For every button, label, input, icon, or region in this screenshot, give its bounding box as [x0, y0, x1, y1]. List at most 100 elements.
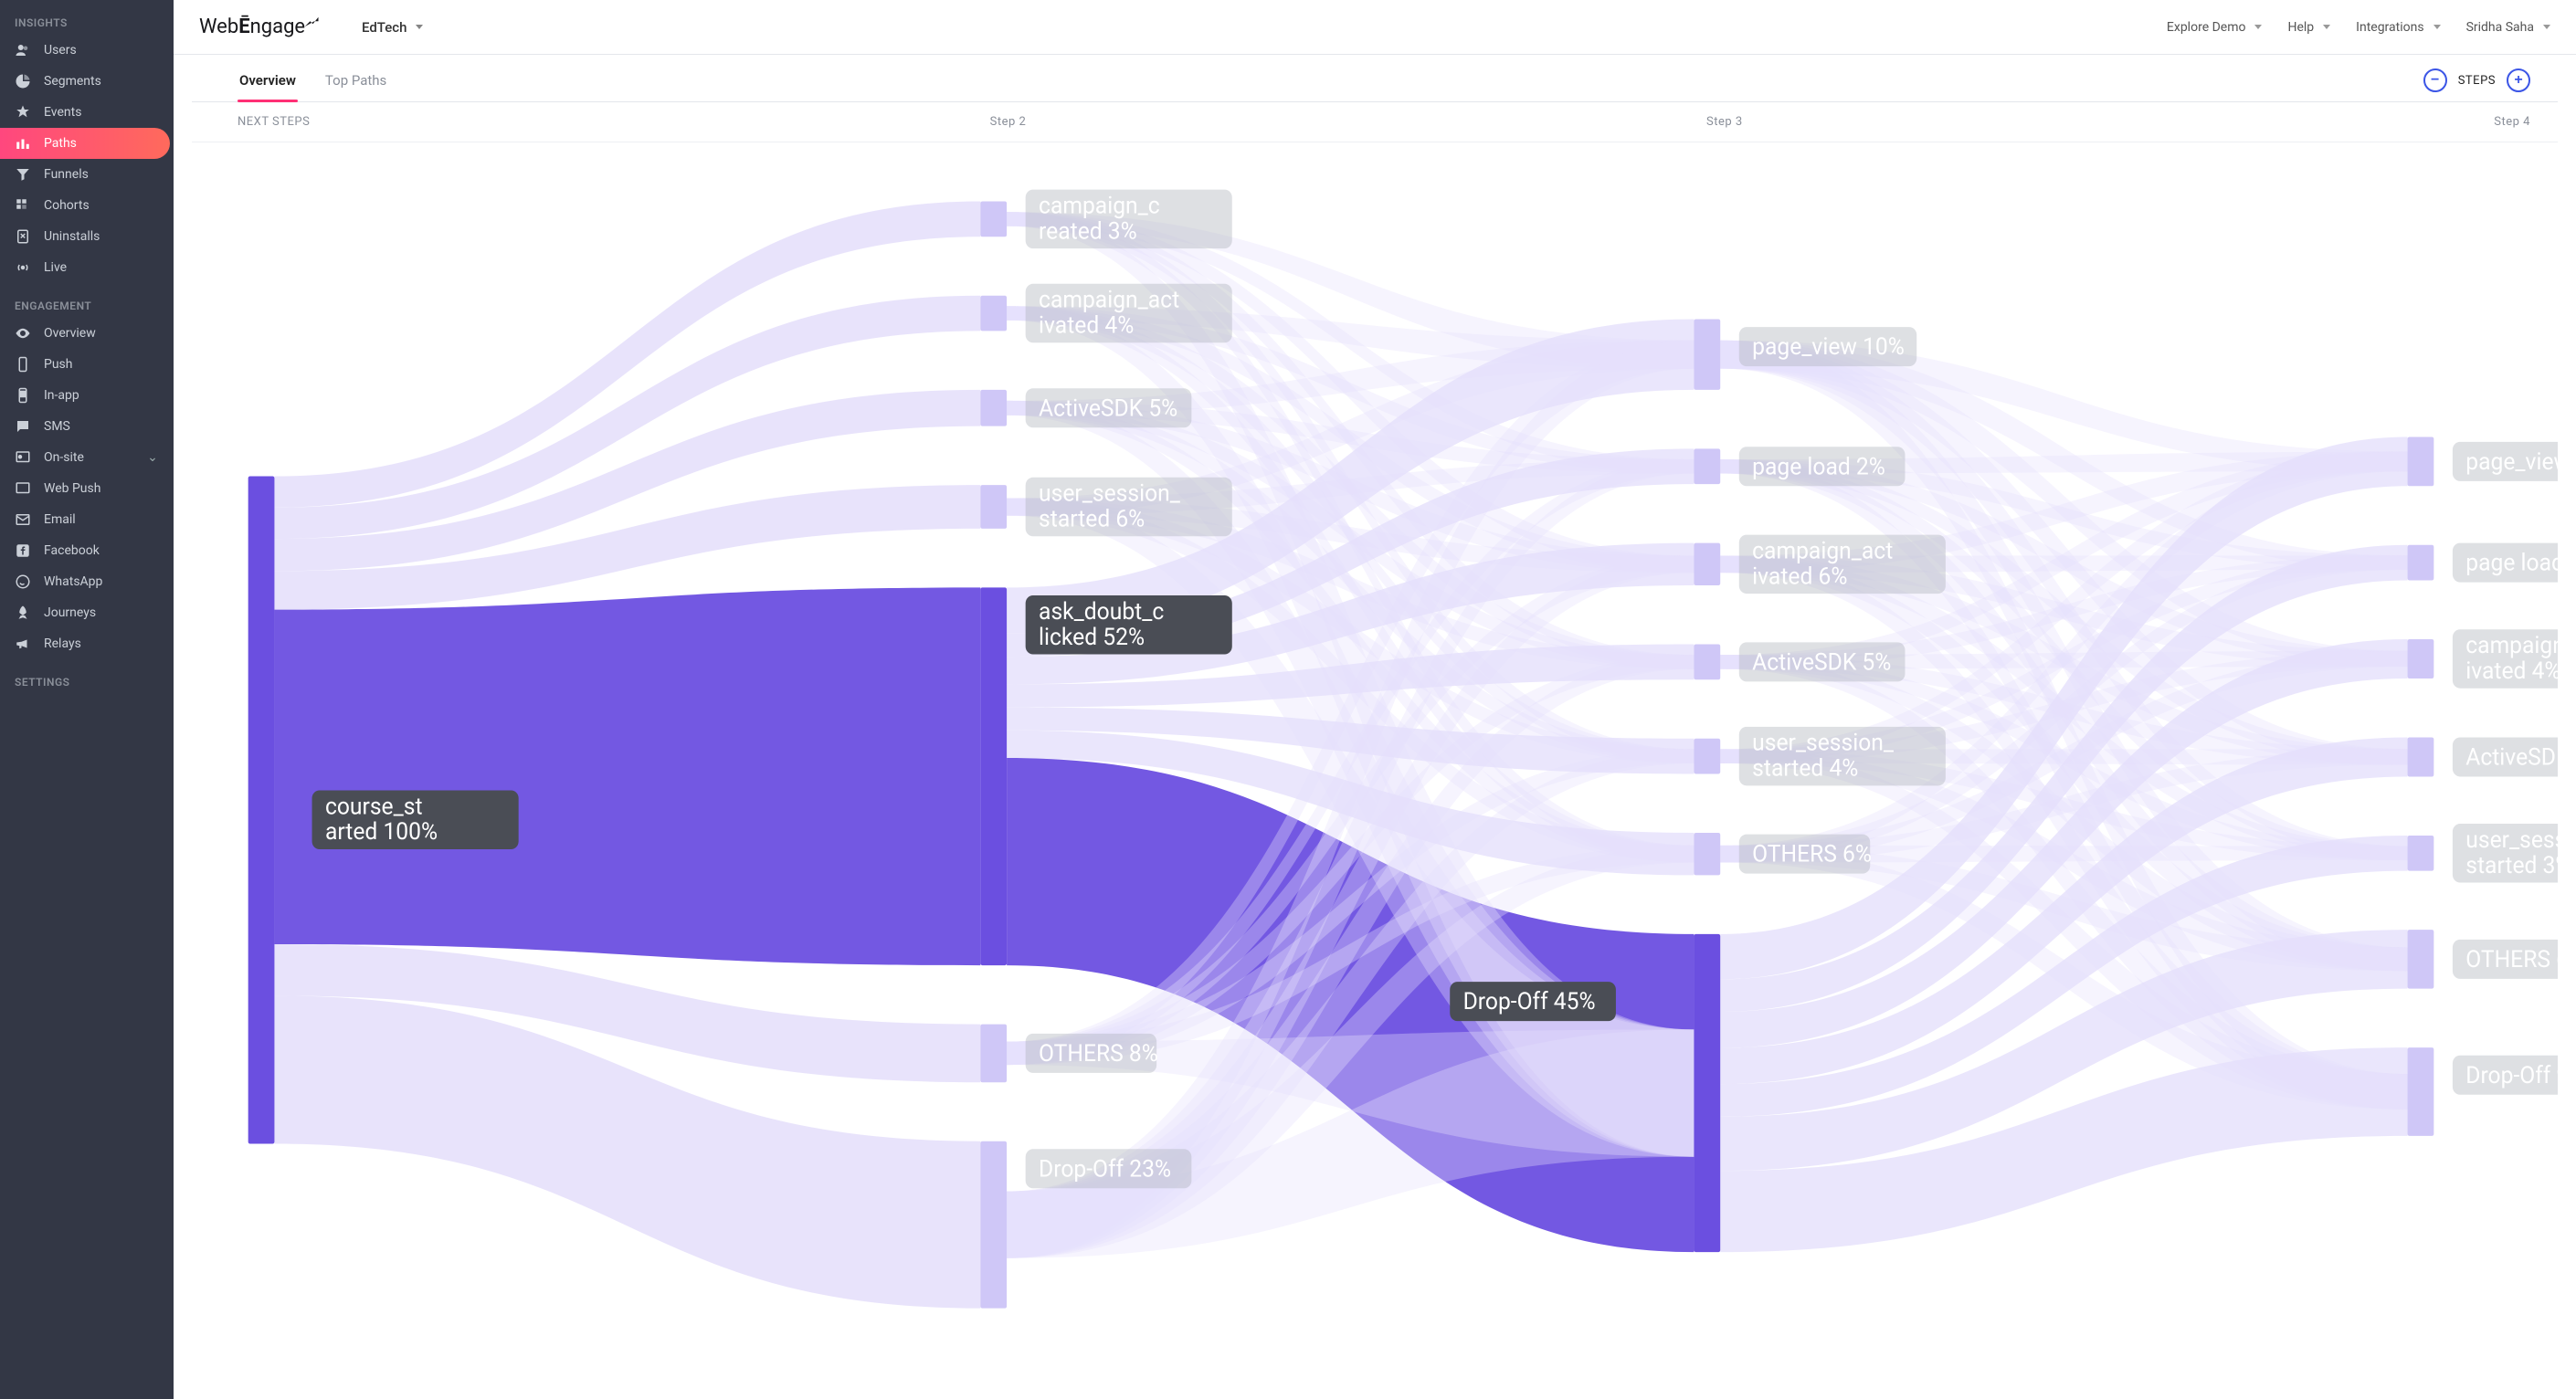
column-headers: NEXT STEPS Step 2 Step 3 Step 4 [192, 102, 2558, 142]
sidebar-item-label: Uninstalls [44, 229, 159, 244]
chevron-down-icon: ⌄ [146, 450, 159, 465]
star-icon [15, 104, 31, 121]
svg-text:OTHERS 8%: OTHERS 8% [1039, 1040, 1158, 1068]
brand-logo[interactable]: WebĒngage [199, 16, 336, 38]
svg-text:campaign_c: campaign_c [1039, 193, 1160, 220]
svg-text:user_session_: user_session_ [1752, 730, 1894, 757]
sidebar-section-engagement: ENGAGEMENT [0, 283, 174, 318]
workspace-picker[interactable]: EdTech [362, 19, 423, 36]
svg-text:campaign_act: campaign_act [1039, 287, 1179, 314]
svg-text:Drop-Off 9%: Drop-Off 9% [2465, 1062, 2558, 1089]
svg-text:ivated 4%: ivated 4% [1039, 312, 1134, 340]
megaphone-icon [15, 636, 31, 652]
phone-icon [15, 356, 31, 373]
sidebar-item-label: Users [44, 43, 159, 58]
svg-text:page_view 5%: page_view 5% [2465, 448, 2558, 476]
sidebar-section-insights: INSIGHTS [0, 0, 174, 35]
sidebar-item-label: WhatsApp [44, 574, 159, 589]
pie-icon [15, 73, 31, 89]
svg-text:user_session_: user_session_ [2465, 826, 2558, 854]
sidebar: INSIGHTS Users Segments Events Paths Fun… [0, 0, 174, 1399]
sidebar-item-label: Segments [44, 74, 159, 89]
sidebar-item-label: Journeys [44, 605, 159, 620]
tabs-bar: Overview Top Paths − STEPS + [192, 55, 2558, 102]
col-header-2: Step 2 [990, 115, 1706, 129]
svg-text:user_session_: user_session_ [1039, 480, 1180, 508]
steps-control: − STEPS + [2423, 68, 2530, 101]
workspace-label: EdTech [362, 19, 406, 36]
steps-label: STEPS [2458, 74, 2496, 88]
sidebar-item-label: Facebook [44, 543, 159, 558]
sidebar-item-email[interactable]: Email [0, 504, 174, 535]
funnel-icon [15, 166, 31, 183]
sankey-chart[interactable]: course_started 100%campaign_created 3%ca… [192, 142, 2558, 1399]
top-link-help[interactable]: Help [2287, 20, 2330, 35]
sidebar-item-users[interactable]: Users [0, 35, 174, 66]
brand-mark-icon [303, 10, 320, 39]
sidebar-item-label: Live [44, 260, 159, 275]
sidebar-item-label: Overview [44, 326, 159, 341]
sidebar-item-live[interactable]: Live [0, 252, 174, 283]
webpush-icon [15, 480, 31, 497]
svg-text:reated 3%: reated 3% [1039, 218, 1137, 246]
sidebar-item-paths[interactable]: Paths [0, 128, 170, 159]
svg-text:campaign_act: campaign_act [1752, 538, 1893, 565]
svg-text:started 4%: started 4% [1752, 755, 1858, 783]
steps-plus-button[interactable]: + [2507, 68, 2530, 92]
svg-text:ask_doubt_c: ask_doubt_c [1039, 598, 1164, 626]
svg-text:ivated 6%: ivated 6% [1752, 563, 1847, 591]
svg-text:ActiveSDK 5%: ActiveSDK 5% [1039, 395, 1177, 423]
sidebar-item-label: Paths [44, 136, 155, 151]
sidebar-item-events[interactable]: Events [0, 97, 174, 128]
svg-text:page_view 10%: page_view 10% [1752, 334, 1905, 362]
sidebar-item-cohorts[interactable]: Cohorts [0, 190, 174, 221]
sidebar-item-label: Push [44, 357, 159, 372]
sidebar-item-whatsapp[interactable]: WhatsApp [0, 566, 174, 597]
live-icon [15, 259, 31, 276]
svg-text:OTHERS 6%: OTHERS 6% [1752, 841, 1872, 868]
svg-text:started 6%: started 6% [1039, 506, 1145, 533]
sidebar-item-label: Funnels [44, 167, 159, 182]
tab-toppaths[interactable]: Top Paths [323, 59, 388, 101]
svg-text:Drop-Off 23%: Drop-Off 23% [1039, 1156, 1171, 1183]
svg-text:course_st: course_st [325, 794, 423, 821]
sidebar-item-label: On-site [44, 450, 133, 465]
sidebar-item-webpush[interactable]: Web Push [0, 473, 174, 504]
whatsapp-icon [15, 573, 31, 590]
sidebar-item-label: Email [44, 512, 159, 527]
sidebar-item-segments[interactable]: Segments [0, 66, 174, 97]
steps-minus-button[interactable]: − [2423, 68, 2447, 92]
sidebar-item-journeys[interactable]: Journeys [0, 597, 174, 628]
sidebar-item-facebook[interactable]: Facebook [0, 535, 174, 566]
sidebar-item-overview[interactable]: Overview [0, 318, 174, 349]
sidebar-item-funnels[interactable]: Funnels [0, 159, 174, 190]
top-link-integrations[interactable]: Integrations [2356, 20, 2440, 35]
sidebar-item-label: In-app [44, 388, 159, 403]
sidebar-item-onsite[interactable]: On-site ⌄ [0, 442, 174, 473]
sidebar-section-settings: SETTINGS [0, 659, 174, 694]
sms-icon [15, 418, 31, 435]
svg-text:ActiveSDK 5%: ActiveSDK 5% [1752, 649, 1891, 677]
topbar: WebĒngage EdTech Explore Demo Help Integ… [174, 0, 2576, 55]
col-header-4: Step 4 [2423, 115, 2530, 129]
sidebar-item-label: Web Push [44, 481, 159, 496]
sidebar-item-inapp[interactable]: In-app [0, 380, 174, 411]
eye-icon [15, 325, 31, 342]
col-header-3: Step 3 [1706, 115, 2423, 129]
brand-text: WebĒngage [199, 16, 305, 38]
svg-text:started 3%: started 3% [2465, 852, 2558, 879]
grid-icon [15, 197, 31, 214]
bars-icon [15, 135, 31, 152]
sidebar-item-push[interactable]: Push [0, 349, 174, 380]
top-link-user[interactable]: Sridha Saha [2466, 20, 2550, 35]
rocket-icon [15, 605, 31, 621]
svg-text:Drop-Off 45%: Drop-Off 45% [1463, 989, 1596, 1016]
sidebar-item-uninstalls[interactable]: Uninstalls [0, 221, 174, 252]
onsite-icon [15, 449, 31, 466]
tab-overview[interactable]: Overview [238, 59, 298, 101]
col-header-1: NEXT STEPS [238, 115, 990, 129]
sidebar-item-relays[interactable]: Relays [0, 628, 174, 659]
users-icon [15, 42, 31, 58]
top-link-explore[interactable]: Explore Demo [2167, 20, 2263, 35]
sidebar-item-sms[interactable]: SMS [0, 411, 174, 442]
